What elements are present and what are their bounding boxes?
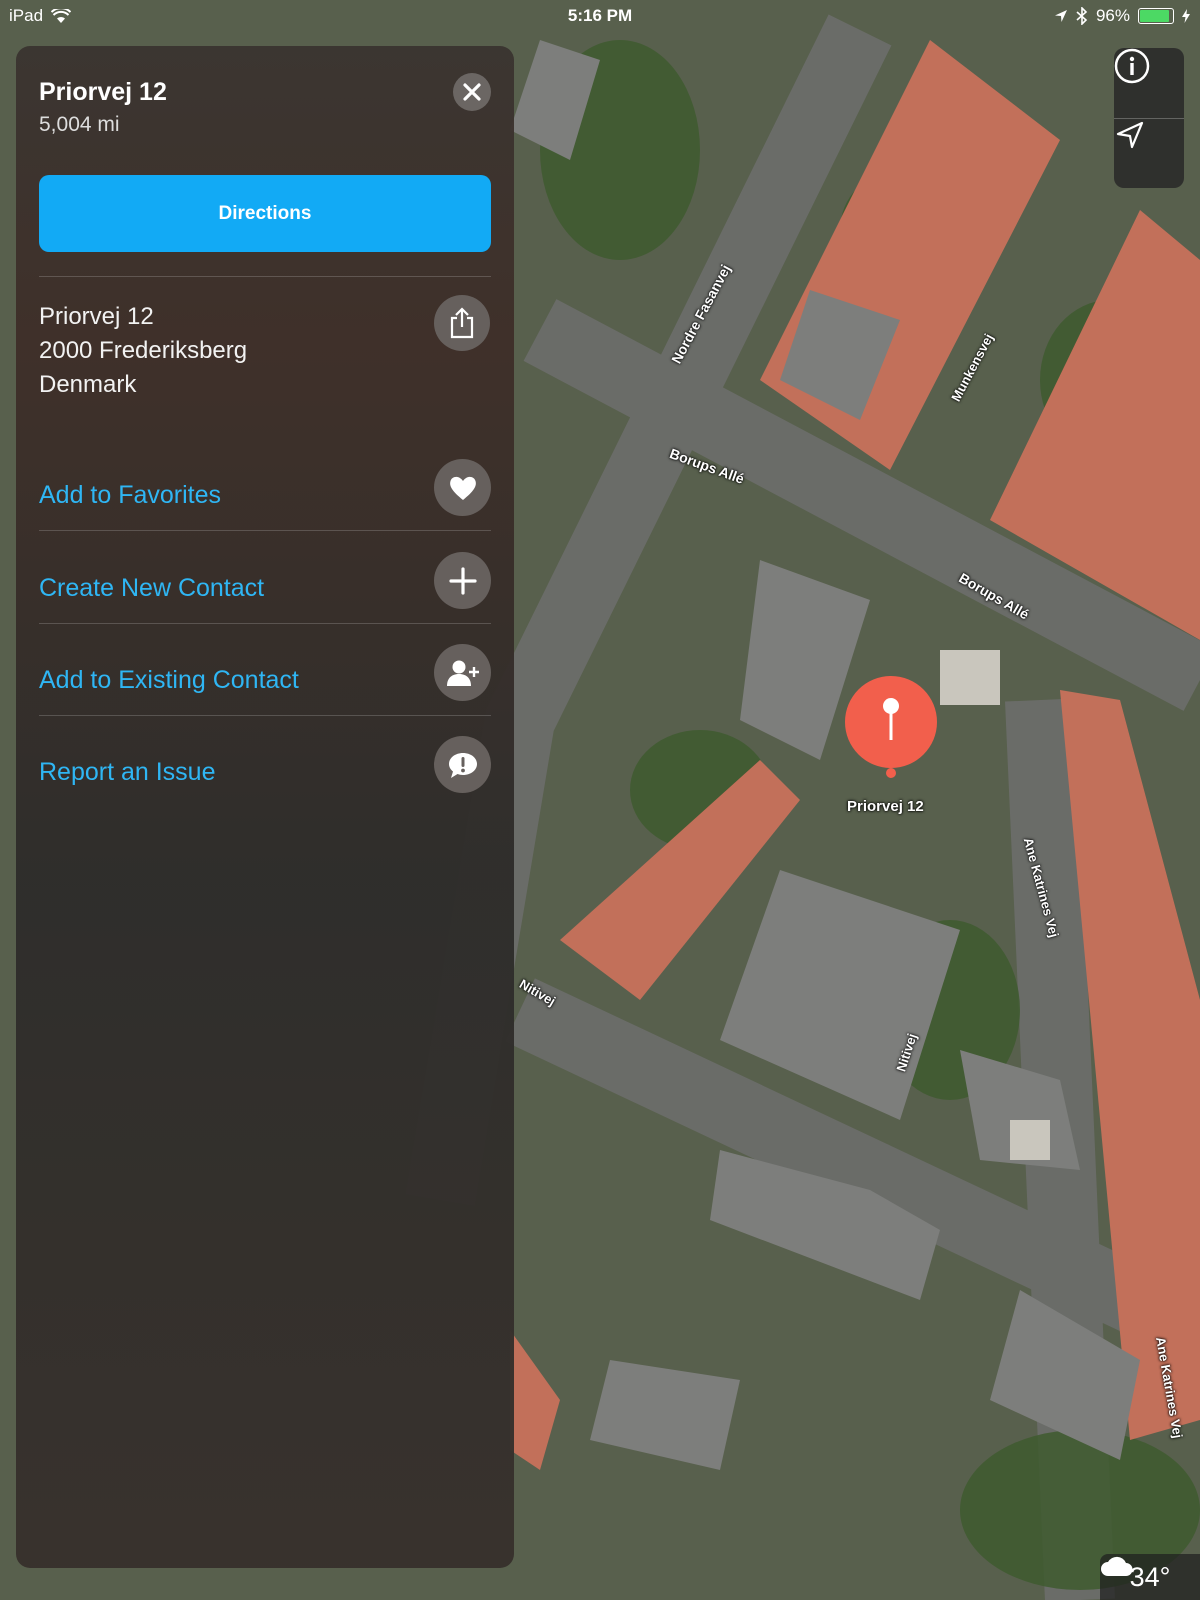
address-line: 2000 Frederiksberg bbox=[39, 337, 248, 364]
directions-button[interactable]: Directions bbox=[39, 175, 491, 252]
create-new-contact-action[interactable]: Create New Contact bbox=[39, 574, 264, 603]
share-button[interactable] bbox=[434, 295, 490, 351]
exclamation-bubble-icon bbox=[448, 752, 477, 778]
bluetooth-icon bbox=[1076, 7, 1088, 25]
create-new-contact-button[interactable] bbox=[434, 552, 491, 609]
address-line: Priorvej 12 bbox=[39, 303, 154, 330]
add-to-existing-contact-button[interactable] bbox=[434, 644, 491, 701]
battery-icon bbox=[1138, 8, 1174, 24]
map-controls bbox=[1114, 48, 1184, 188]
temperature: 34° bbox=[1129, 1561, 1171, 1592]
divider bbox=[39, 715, 491, 716]
divider bbox=[39, 276, 491, 277]
location-button[interactable] bbox=[1114, 119, 1184, 188]
location-arrow-icon bbox=[1116, 121, 1144, 149]
place-title: Priorvej 12 bbox=[39, 78, 167, 106]
cloud-icon bbox=[1101, 1556, 1133, 1576]
add-to-favorites-action[interactable]: Add to Favorites bbox=[39, 481, 221, 510]
close-button[interactable] bbox=[453, 73, 491, 111]
info-button[interactable] bbox=[1114, 48, 1184, 118]
divider bbox=[39, 530, 491, 531]
info-icon bbox=[1114, 48, 1150, 84]
divider bbox=[39, 623, 491, 624]
battery-percent: 96% bbox=[1095, 6, 1130, 25]
charging-icon bbox=[1182, 9, 1190, 23]
status-bar: iPad 5:16 PM 96% bbox=[0, 0, 1200, 32]
address-line: Denmark bbox=[39, 371, 137, 398]
share-icon bbox=[450, 307, 474, 339]
place-distance: 5,004 mi bbox=[39, 113, 120, 136]
add-to-existing-contact-action[interactable]: Add to Existing Contact bbox=[39, 666, 299, 695]
weather-badge: 34° bbox=[1100, 1554, 1200, 1600]
add-person-icon bbox=[446, 660, 479, 686]
plus-icon bbox=[448, 566, 477, 595]
place-card: Priorvej 12 5,004 mi Directions Priorvej… bbox=[16, 46, 514, 1568]
clock: 5:16 PM bbox=[567, 6, 633, 25]
pin-label: Priorvej 12 bbox=[847, 798, 924, 815]
close-icon bbox=[463, 83, 481, 101]
report-an-issue-action[interactable]: Report an Issue bbox=[39, 758, 216, 787]
report-an-issue-button[interactable] bbox=[434, 736, 491, 793]
address-block[interactable]: Priorvej 12 2000 Frederiksberg Denmark bbox=[39, 300, 247, 402]
pin-icon bbox=[845, 676, 937, 778]
heart-icon bbox=[449, 476, 476, 500]
add-to-favorites-button[interactable] bbox=[434, 459, 491, 516]
location-pin[interactable] bbox=[845, 676, 937, 780]
location-services-icon bbox=[1054, 10, 1067, 22]
